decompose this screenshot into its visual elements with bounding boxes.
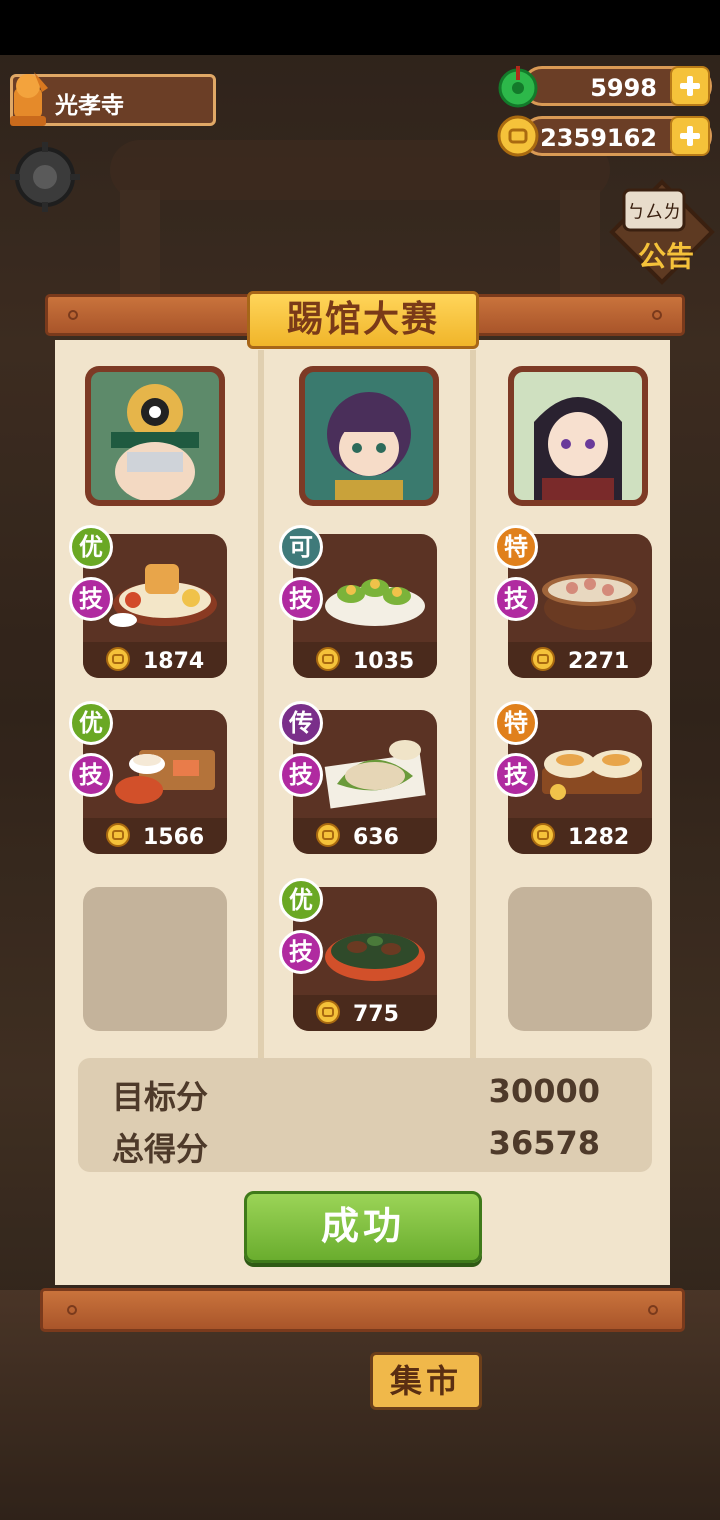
skill-badge: 技: [494, 753, 538, 797]
jade-amount: 5998: [590, 74, 657, 102]
dish-score: 1035: [353, 649, 415, 674]
dialog-bottom-beam: [40, 1288, 685, 1332]
chef-1-avatar-icon: [91, 372, 219, 502]
nail: [68, 310, 78, 320]
skill-badge: 技: [279, 753, 323, 797]
jade-icon: [498, 66, 538, 108]
target-score-value: 30000: [488, 1072, 600, 1110]
success-button-label: 成功: [320, 1204, 405, 1248]
market-sign-label: 集市: [389, 1362, 462, 1400]
settings-gear-icon[interactable]: [8, 140, 82, 214]
nail: [652, 310, 662, 320]
skill-badge: 技: [69, 753, 113, 797]
dish-steamed-fish-icon: [324, 740, 426, 809]
coin-amount: 2359162: [540, 124, 657, 152]
coin-icon: [316, 823, 340, 847]
nail: [67, 1305, 77, 1315]
skill-badge: 技: [279, 577, 323, 621]
dish-seaweed-stew-icon: [325, 933, 425, 981]
grade-badge: 特: [494, 525, 538, 569]
dish-score: 1282: [568, 825, 630, 850]
coin-icon: [497, 115, 539, 157]
dish-meatball-soup-icon: [542, 574, 638, 630]
dish-stuffed-cucumber-icon: [325, 579, 425, 626]
dish-score: 1874: [143, 649, 205, 674]
dialog-title-plate: 踢馆大赛: [247, 291, 479, 349]
target-score-label: 目标分: [112, 1078, 209, 1116]
add-jade-button[interactable]: [670, 66, 710, 106]
dish-crab-set-icon: [115, 750, 215, 804]
chef-portrait-3[interactable]: [508, 366, 648, 506]
grade-badge: 传: [279, 701, 323, 745]
player-name: 光孝寺: [55, 93, 124, 119]
dish-score: 1566: [143, 825, 205, 850]
grade-badge: 优: [69, 701, 113, 745]
notice-bubble-text: ㄅㄙㄌ: [627, 202, 681, 223]
coin-icon: [106, 647, 130, 671]
skill-badge: 技: [279, 930, 323, 974]
coin-icon: [316, 1000, 340, 1024]
skill-badge: 技: [69, 577, 113, 621]
nail: [648, 1305, 658, 1315]
notice-board-icon[interactable]: ㄅㄙㄌ 公告: [608, 178, 716, 286]
add-coin-button[interactable]: [670, 116, 710, 156]
chef-portrait-1[interactable]: [85, 366, 225, 506]
chef-3-avatar-icon: [514, 372, 642, 500]
dish-score: 2271: [568, 649, 630, 674]
total-score-value: 36578: [488, 1124, 600, 1162]
market-sign[interactable]: 集市: [370, 1352, 482, 1410]
notice-label: 公告: [638, 240, 694, 273]
total-score-label: 总得分: [112, 1130, 209, 1168]
score-summary: 目标分 30000 总得分 36578: [78, 1058, 652, 1172]
player-avatar-icon[interactable]: [4, 68, 52, 128]
empty-dish-slot[interactable]: [83, 887, 227, 1031]
grade-badge: 优: [279, 878, 323, 922]
coin-icon: [531, 823, 555, 847]
skill-badge: 技: [494, 577, 538, 621]
chef-portrait-2[interactable]: [299, 366, 439, 506]
grade-badge: 优: [69, 525, 113, 569]
dish-twin-bowls-icon: [542, 750, 642, 800]
success-button[interactable]: 成功: [244, 1191, 482, 1263]
dish-score: 775: [353, 1002, 399, 1027]
coin-icon: [106, 823, 130, 847]
column-divider: [258, 350, 264, 1058]
dish-platter-icon: [109, 564, 217, 627]
dish-score: 636: [353, 825, 399, 850]
column-divider: [470, 350, 476, 1058]
chef-2-avatar-icon: [305, 372, 433, 500]
empty-dish-slot[interactable]: [508, 887, 652, 1031]
grade-badge: 特: [494, 701, 538, 745]
dialog-title: 踢馆大赛: [286, 299, 439, 340]
coin-icon: [316, 647, 340, 671]
grade-badge: 可: [279, 525, 323, 569]
coin-icon: [531, 647, 555, 671]
